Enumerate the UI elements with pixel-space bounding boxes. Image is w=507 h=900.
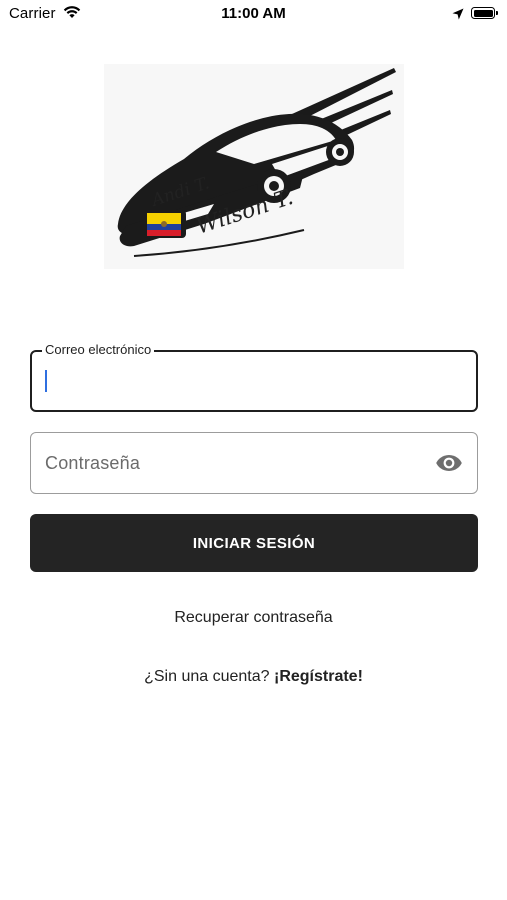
recover-password-link[interactable]: Recuperar contraseña — [0, 609, 507, 627]
status-time: 11:00 AM — [221, 5, 286, 22]
email-field-label: Correo electrónico — [42, 342, 155, 358]
location-arrow-icon — [452, 7, 464, 24]
flag-red — [147, 230, 181, 236]
signup-prompt-text: ¿Sin una cuenta? — [144, 668, 270, 685]
signup-link[interactable]: ¡Regístrate! — [274, 668, 363, 685]
eye-icon[interactable] — [435, 451, 463, 475]
status-bar: Carrier 11:00 AM — [0, 0, 507, 28]
text-caret — [45, 370, 47, 392]
email-field[interactable]: Correo electrónico — [30, 342, 478, 412]
password-placeholder: Contraseña — [45, 453, 141, 473]
signup-prompt: ¿Sin una cuenta? ¡Regístrate! — [0, 668, 507, 686]
brand-logo: Andi T. Wilson T. — [104, 64, 404, 269]
battery-icon — [471, 7, 498, 19]
password-field[interactable]: Contraseña — [30, 432, 478, 494]
login-button[interactable]: INICIAR SESIÓN — [30, 514, 478, 572]
